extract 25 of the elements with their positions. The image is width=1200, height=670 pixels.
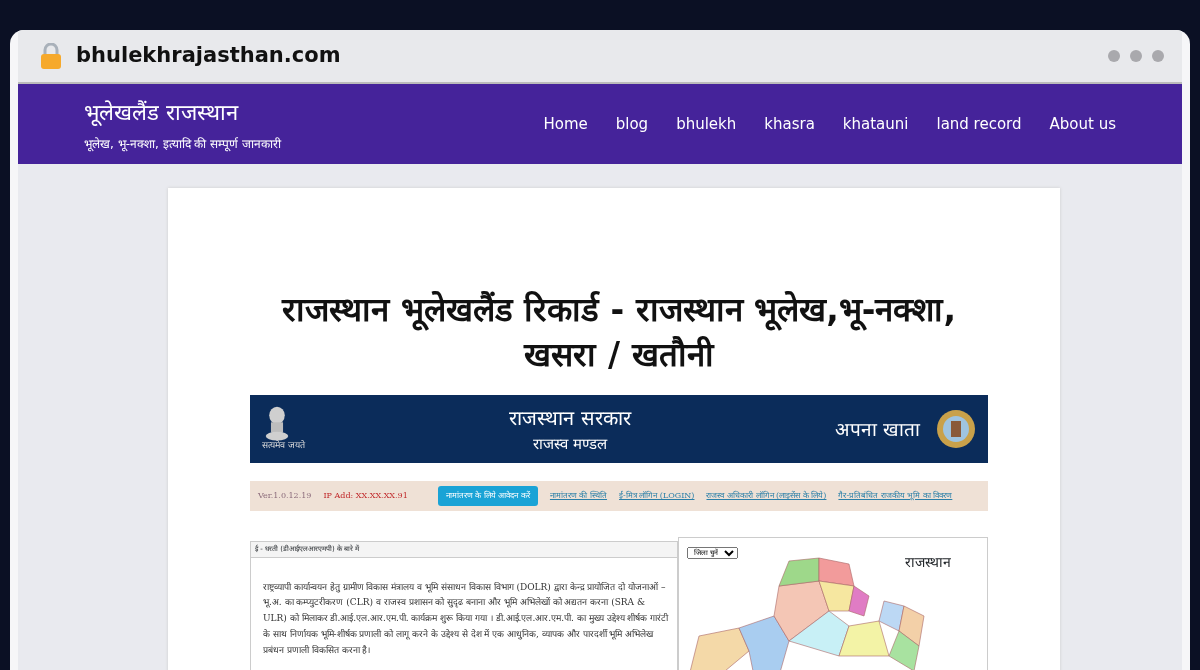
strip-link[interactable]: गैर-प्रतिबंधित राजकीय भूमि का विवरण	[838, 490, 953, 503]
emblem-motto: सत्यमेव जयते	[262, 439, 305, 453]
nav-link[interactable]: About us	[1049, 112, 1116, 136]
nav-link[interactable]: khatauni	[842, 112, 909, 136]
header-subtitle: राजस्व मण्डल	[532, 433, 609, 455]
seal-icon	[936, 409, 976, 450]
account-label: अपना खाता	[834, 416, 920, 442]
site-title[interactable]: भूलेखलैंड राजस्थान	[84, 95, 282, 129]
version-text: Ver.1.0.12.19	[258, 490, 312, 503]
strip-link[interactable]: राजस्व अधिकारी लॉगिन (लाइसेंस के लिये)	[706, 490, 827, 503]
map-title: राजस्थान	[905, 553, 951, 573]
nav-link[interactable]: bhulekh	[676, 112, 737, 136]
site-tagline: भूलेख, भू-नक्शा, इत्यादि की सम्पूर्ण जानकारी	[84, 135, 282, 153]
ip-address: IP Add: XX.XX.XX.91	[323, 490, 408, 503]
nav-link[interactable]: khasra	[764, 112, 815, 136]
nav-link[interactable]: Home	[543, 112, 588, 136]
url-text: bhulekhrajasthan.com	[76, 42, 341, 70]
nav-link[interactable]: land record	[936, 112, 1022, 136]
panel-text: राष्ट्रव्यापी कार्यान्वयन हेतु ग्रामीण विकास मंत्रालय व भूमि संसाधन विकास विभाग (DOLR) द्वारा केन्द्र प्रायोजित दो योजनाओं – भू.अ. का कम्प्युटरीकरण (CLR) व राजस्व प्रशासन को सुदृढ बनाना और भूमि अभिलेखों को अद्यतन करना (SRA & ULR) को मिलाकर डी.आई.एल.आर.एम.पी. कार्यक्रम शुरू किया गया । डी.आई.एल.आर.एम.पी. का मुख्य उद्देश्य शीर्षक गारंटी के साथ निर्णायक भूमि-शीर्षक प्रणाली को लागू करने के उद्देश्य से देश में एक आधुनिक, व्यापक और पारदर्शी भूमि अभिलेख प्रबंधन प्रणाली विकसित करना है।	[262, 580, 670, 657]
strip-link[interactable]: ई-मित्र लॉगिन (LOGIN)	[619, 490, 695, 503]
article-title: राजस्थान भूलेखलैंड रिकार्ड - राजस्थान भूलेख,भू-नक्शा, खसरा / खतौनी	[280, 289, 957, 376]
nav-link[interactable]: blog	[615, 112, 649, 136]
strip-link[interactable]: नामांतरण की स्थिति	[549, 490, 608, 503]
window-controls[interactable]	[1108, 50, 1164, 62]
header-title: राजस्थान सरकार	[508, 404, 633, 432]
